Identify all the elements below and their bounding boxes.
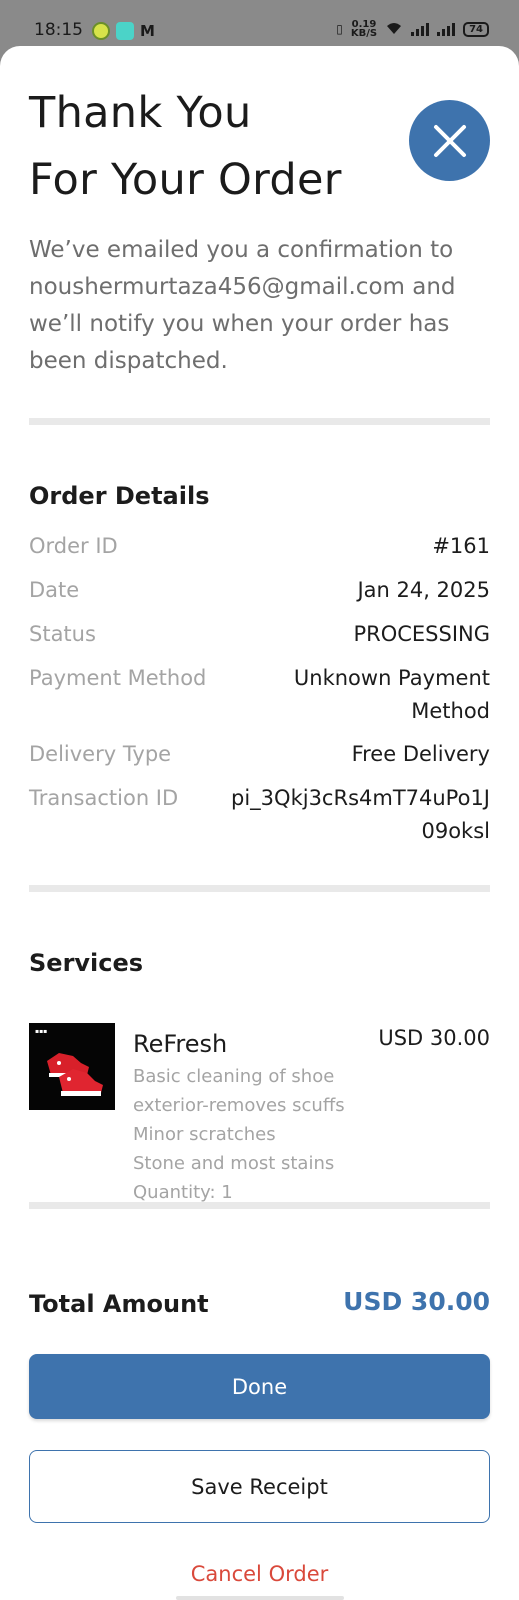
total-amount-label: Total Amount — [29, 1290, 209, 1318]
cancel-order-link[interactable]: Cancel Order — [0, 1562, 519, 1586]
date-label: Date — [29, 578, 80, 602]
confirmation-message: We’ve emailed you a confirmation to nous… — [29, 237, 456, 374]
divider — [29, 885, 490, 892]
payment-method-label: Payment Method — [29, 666, 207, 690]
service-description: Basic cleaning of shoe exterior-removes … — [133, 1062, 373, 1207]
network-speed: 0.19 KB/S — [350, 19, 378, 39]
order-id-label: Order ID — [29, 534, 118, 558]
close-icon — [433, 124, 466, 157]
order-confirmation-sheet: Thank You For Your Order We’ve emailed y… — [0, 46, 519, 1600]
delivery-type-label: Delivery Type — [29, 742, 172, 766]
gmail-icon: M — [140, 22, 155, 40]
status-time: 18:15 — [34, 20, 83, 40]
svg-text:▪▪▪: ▪▪▪ — [35, 1028, 47, 1035]
home-indicator — [176, 1596, 344, 1600]
status-bar: 18:15 M ▯ 0.19 KB/S 74 — [0, 0, 519, 46]
app-notification-icon — [92, 22, 110, 40]
wifi-icon — [385, 21, 403, 38]
done-button[interactable]: Done — [29, 1354, 490, 1419]
service-price: USD 30.00 — [378, 1026, 490, 1050]
status-value: PROCESSING — [353, 622, 490, 646]
divider — [29, 1202, 490, 1209]
transaction-id-label: Transaction ID — [29, 786, 179, 810]
page-title: Thank You For Your Order — [29, 88, 342, 205]
chat-notification-icon — [116, 22, 134, 40]
status-label: Status — [29, 622, 96, 646]
notification-icons: M — [92, 22, 155, 40]
vibrate-icon: ▯ — [336, 22, 343, 36]
close-button[interactable] — [409, 100, 490, 181]
save-receipt-button[interactable]: Save Receipt — [29, 1450, 490, 1523]
payment-method-value: Unknown Payment Method — [293, 666, 490, 723]
divider — [29, 418, 490, 425]
system-icons: ▯ 0.19 KB/S 74 — [336, 19, 489, 39]
transaction-id-value: pi_3Qkj3cRs4mT74uPo1J 09oksl — [231, 786, 490, 843]
delivery-type-value: Free Delivery — [351, 742, 490, 766]
date-value: Jan 24, 2025 — [357, 578, 490, 602]
shoe-image-icon: ▪▪▪ — [29, 1023, 115, 1110]
signal-icon — [411, 22, 430, 36]
services-title: Services — [29, 949, 144, 977]
service-thumbnail: ▪▪▪ — [29, 1023, 115, 1110]
total-amount-value: USD 30.00 — [343, 1287, 490, 1316]
service-name: ReFresh — [133, 1030, 228, 1058]
order-details-title: Order Details — [29, 482, 210, 510]
signal-icon-2 — [437, 22, 456, 36]
order-id-value: #161 — [432, 534, 490, 558]
battery-icon: 74 — [463, 21, 489, 37]
